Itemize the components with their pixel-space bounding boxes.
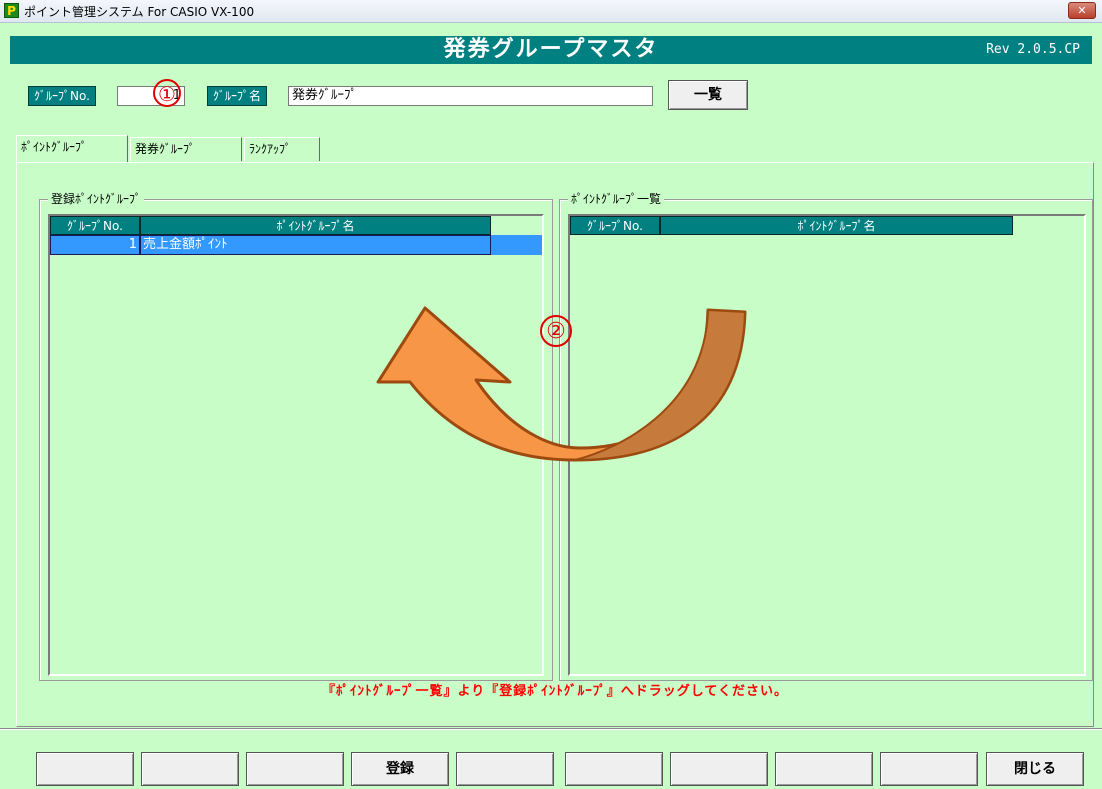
revision-label: Rev 2.0.5.CP (986, 42, 1080, 57)
fkey-6-button[interactable] (565, 752, 663, 786)
step-1-marker: ① (153, 79, 181, 107)
title-bar: P ポイント管理システム For CASIO VX-100 ✕ (0, 0, 1102, 23)
close-window-button[interactable]: ✕ (1068, 2, 1096, 19)
table-row[interactable]: 1 売上金額ﾎﾟｲﾝﾄ (50, 235, 542, 255)
fkey-3-button[interactable] (246, 752, 344, 786)
footer-divider (0, 728, 1102, 730)
page-header-banner: 発券グループマスタ Rev 2.0.5.CP (10, 36, 1092, 64)
function-key-bar: 登録 閉じる (28, 752, 1096, 786)
registered-col-group-no[interactable]: ｸﾞﾙｰﾌﾟNo. (50, 216, 140, 235)
available-col-group-no[interactable]: ｸﾞﾙｰﾌﾟNo. (570, 216, 660, 235)
registered-group-title: 登録ﾎﾟｲﾝﾄｸﾞﾙｰﾌﾟ (48, 192, 145, 206)
registered-col-group-name[interactable]: ﾎﾟｲﾝﾄｸﾞﾙｰﾌﾟ名 (140, 216, 491, 235)
fkey-2-button[interactable] (141, 752, 239, 786)
tab-rank-up[interactable]: ﾗﾝｸｱｯﾌﾟ (244, 137, 320, 161)
row-group-name: 売上金額ﾎﾟｲﾝﾄ (140, 235, 491, 255)
fkey-9-button[interactable] (880, 752, 978, 786)
available-col-group-name[interactable]: ﾎﾟｲﾝﾄｸﾞﾙｰﾌﾟ名 (660, 216, 1013, 235)
available-group-title: ﾎﾟｲﾝﾄｸﾞﾙｰﾌﾟ一覧 (568, 192, 665, 206)
tab-point-group[interactable]: ﾎﾟｲﾝﾄｸﾞﾙｰﾌﾟ (16, 135, 128, 162)
list-button[interactable]: 一覧 (668, 80, 748, 110)
fkey-8-button[interactable] (775, 752, 873, 786)
fkey-5-button[interactable] (456, 752, 554, 786)
step-2-marker: ② (540, 315, 572, 347)
row-group-no: 1 (50, 235, 140, 255)
fkey-1-button[interactable] (36, 752, 134, 786)
group-no-label: ｸﾞﾙｰﾌﾟNo. (28, 86, 96, 106)
drag-instruction-text: 『ﾎﾟｲﾝﾄｸﾞﾙｰﾌﾟ一覧』より『登録ﾎﾟｲﾝﾄｸﾞﾙｰﾌﾟ』へドラッグしてく… (322, 684, 788, 699)
app-icon: P (4, 3, 19, 18)
app-window: P ポイント管理システム For CASIO VX-100 ✕ 発券グループマス… (0, 0, 1102, 789)
tab-ticket-group[interactable]: 発券ｸﾞﾙｰﾌﾟ (130, 137, 242, 161)
group-name-input[interactable]: 発券ｸﾞﾙｰﾌﾟ (288, 86, 653, 106)
page-title: 発券グループマスタ (443, 37, 659, 62)
fkey-7-button[interactable] (670, 752, 768, 786)
register-button[interactable]: 登録 (351, 752, 449, 786)
window-title: ポイント管理システム For CASIO VX-100 (24, 5, 255, 19)
close-button[interactable]: 閉じる (986, 752, 1084, 786)
group-name-label: ｸﾞﾙｰﾌﾟ名 (207, 86, 268, 106)
